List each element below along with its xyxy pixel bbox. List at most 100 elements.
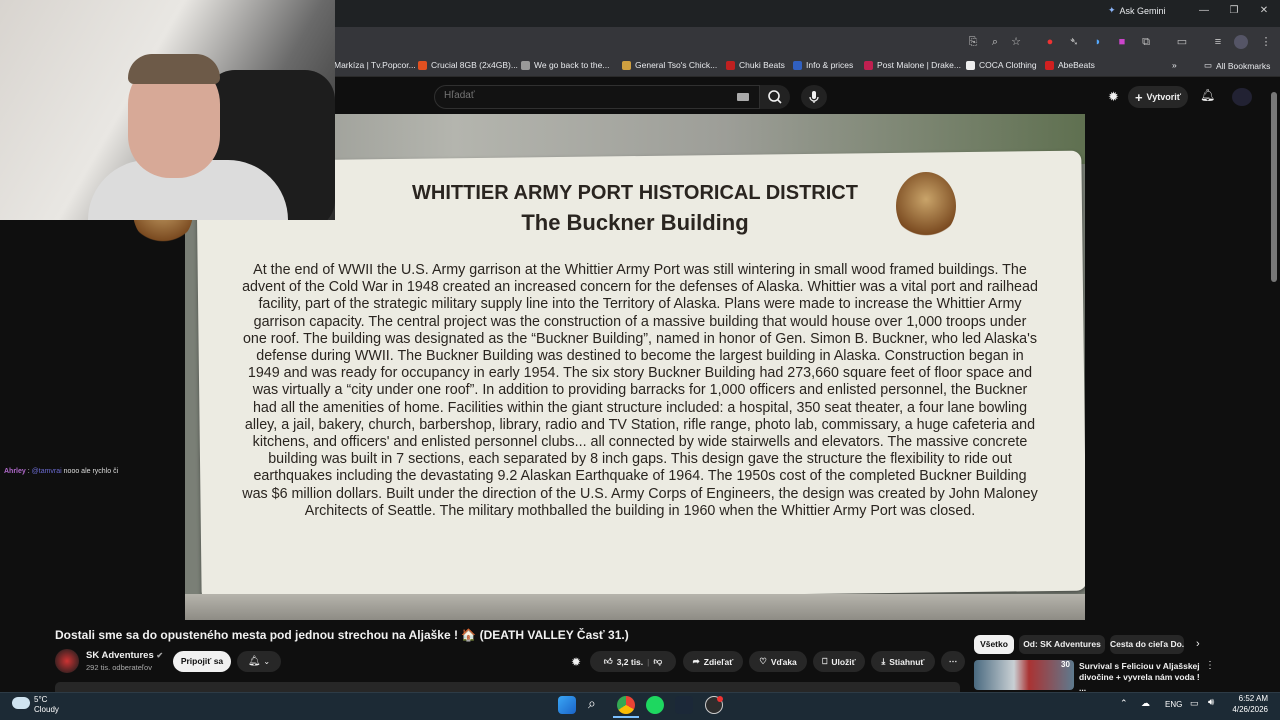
bookmarks-overflow-chevron-icon[interactable]: » xyxy=(1172,60,1177,70)
ask-gemini-button[interactable]: ✦ Ask Gemini xyxy=(1108,5,1166,16)
bookmark-item[interactable]: Info & prices xyxy=(793,60,853,70)
chip-from-channel[interactable]: Od: SK Adventures xyxy=(1019,635,1105,654)
like-button[interactable]: 👍︎ 3,2 tis. xyxy=(604,656,643,667)
episode-badge: 30 xyxy=(1061,660,1070,669)
bookmark-item[interactable]: COCA Clothing xyxy=(966,60,1037,70)
clip-icon[interactable]: ✹ xyxy=(571,655,581,669)
keyboard-icon[interactable] xyxy=(737,93,749,101)
bookmark-favicon-icon xyxy=(966,60,975,70)
zoom-icon[interactable]: ⌕ xyxy=(988,35,1002,49)
more-vertical-icon[interactable]: ⋮ xyxy=(1205,660,1215,671)
chat-text: nooo ale rychlo či xyxy=(63,468,119,475)
extension-icon[interactable]: ● xyxy=(1043,35,1057,49)
chat-message: Ahrley : @tamvrai nooo ale rychlo či xyxy=(4,468,119,475)
recommended-video-thumbnail[interactable] xyxy=(974,660,1074,690)
more-actions-button[interactable]: ⋯ xyxy=(941,651,965,672)
close-window-button[interactable]: ✕ xyxy=(1256,5,1272,16)
cloud-icon xyxy=(12,697,30,709)
bookmark-label: General Tso's Chick... xyxy=(635,60,718,70)
chat-username: Ahrley xyxy=(4,468,26,475)
account-avatar[interactable] xyxy=(1232,88,1252,106)
chrome-icon[interactable] xyxy=(617,696,635,714)
like-dislike-group: 👍︎ 3,2 tis. | 👎︎ xyxy=(590,651,676,672)
eagle-emblem-icon xyxy=(896,172,956,240)
channel-avatar[interactable] xyxy=(55,649,79,673)
download-label: Stiahnuť xyxy=(889,656,925,667)
browser-menu-icon[interactable]: ⋮ xyxy=(1259,35,1273,49)
bell-icon: 🔔︎ xyxy=(247,656,261,667)
thanks-button[interactable]: ♡ Vďaka xyxy=(749,651,807,672)
search-button[interactable] xyxy=(760,85,790,109)
clock-date[interactable]: 4/26/2026 xyxy=(1226,705,1268,714)
create-button[interactable]: + Vytvoriť xyxy=(1128,86,1188,108)
onedrive-icon[interactable]: ☁ xyxy=(1141,698,1150,709)
bookmark-item[interactable]: AbeBeats xyxy=(1045,60,1095,70)
thumbs-down-icon[interactable]: 👎︎ xyxy=(654,656,663,667)
notifications-bell-icon[interactable]: 🔔︎ xyxy=(1200,88,1215,102)
bookmark-item[interactable]: Chuki Beats xyxy=(726,60,785,70)
reading-list-icon[interactable]: ≡ xyxy=(1211,35,1225,49)
save-button[interactable]: ⎕ Uložiť xyxy=(813,651,865,672)
all-bookmarks-button[interactable]: ▭ All Bookmarks xyxy=(1204,60,1270,71)
taskbar-search-icon[interactable]: ⌕ xyxy=(588,695,596,712)
language-indicator[interactable]: ENG xyxy=(1165,700,1182,709)
bookmark-item[interactable]: Markíza | Tv.Popcor... xyxy=(334,60,416,70)
bookmark-item[interactable]: We go back to the... xyxy=(521,60,609,70)
bookmark-label: COCA Clothing xyxy=(979,60,1037,70)
spotify-icon[interactable] xyxy=(646,696,664,714)
network-icon[interactable]: ▭ xyxy=(1190,698,1199,709)
like-count: 3,2 tis. xyxy=(616,656,644,667)
chevron-right-icon[interactable]: › xyxy=(1196,638,1200,650)
profile-avatar-icon[interactable] xyxy=(1234,35,1248,49)
share-icon: ➦ xyxy=(692,656,700,666)
extension-icon[interactable]: ➴ xyxy=(1067,35,1081,49)
volume-icon[interactable]: 🔊︎ xyxy=(1208,697,1214,708)
chat-mention: @tamvrai xyxy=(31,468,62,475)
search-input[interactable] xyxy=(444,90,724,101)
clock-time[interactable]: 6:52 AM xyxy=(1232,694,1268,703)
gemini-icon: ✦ xyxy=(1108,5,1116,15)
minimize-button[interactable]: — xyxy=(1196,5,1212,16)
bookmark-item[interactable]: Crucial 8GB (2x4GB)... xyxy=(418,60,518,70)
search-icon xyxy=(768,90,782,104)
weather-temperature[interactable]: 5°C xyxy=(34,695,47,704)
streamer-hair xyxy=(128,54,220,84)
verified-icon: ✔ xyxy=(156,651,164,660)
active-app-indicator xyxy=(613,716,639,718)
extension-icon[interactable]: ■ xyxy=(1115,35,1129,49)
bookmark-star-icon[interactable]: ☆ xyxy=(1009,35,1023,49)
maximize-button[interactable]: ❐ xyxy=(1226,5,1242,16)
windows-start-icon[interactable] xyxy=(558,696,576,714)
divider: | xyxy=(647,656,650,667)
cast-icon[interactable]: ▭ xyxy=(1175,35,1189,49)
bookmark-favicon-icon xyxy=(521,60,530,70)
chevron-up-icon[interactable]: ⌃ xyxy=(1120,698,1128,709)
bookmark-label: We go back to the... xyxy=(534,60,610,70)
more-horizontal-icon: ⋯ xyxy=(948,656,958,666)
sign-body-text: At the end of WWII the U.S. Army garriso… xyxy=(242,262,1038,519)
subscription-bell-button[interactable]: 🔔︎ ⌄ xyxy=(237,651,281,672)
join-button[interactable]: Pripojiť sa xyxy=(173,651,231,672)
download-button[interactable]: ⤓ Stiahnuť xyxy=(871,651,935,672)
bookmark-label: Crucial 8GB (2x4GB)... xyxy=(431,60,518,70)
page-scrollbar[interactable] xyxy=(1271,92,1277,282)
steam-icon[interactable] xyxy=(675,696,693,714)
voice-search-button[interactable] xyxy=(801,85,827,109)
share-button[interactable]: ➦ Zdieľať xyxy=(683,651,743,672)
description-box[interactable] xyxy=(55,682,960,692)
recommended-video-title[interactable]: Survival s Feliciou v Aljašskej divočine… xyxy=(1079,661,1201,694)
install-app-icon[interactable]: ⎘ xyxy=(966,35,980,49)
chip-all[interactable]: Všetko xyxy=(974,635,1014,654)
extension-icon[interactable]: ◗ xyxy=(1091,35,1105,49)
bookmark-item[interactable]: Post Malone | Drake... xyxy=(864,60,961,70)
bookmark-item[interactable]: General Tso's Chick... xyxy=(622,60,717,70)
plus-icon: + xyxy=(1134,89,1143,105)
chip-related[interactable]: Cesta do cieľa Do... xyxy=(1110,635,1184,654)
gear-icon[interactable]: ✹ xyxy=(1108,89,1119,105)
channel-name[interactable]: SK Adventures ✔ xyxy=(86,650,163,661)
extensions-puzzle-icon[interactable]: ⧉ xyxy=(1139,35,1153,49)
weather-description[interactable]: Cloudy xyxy=(34,705,59,714)
create-label: Vytvoriť xyxy=(1146,92,1182,102)
recording-dot xyxy=(717,696,723,702)
video-ground xyxy=(185,594,1085,620)
